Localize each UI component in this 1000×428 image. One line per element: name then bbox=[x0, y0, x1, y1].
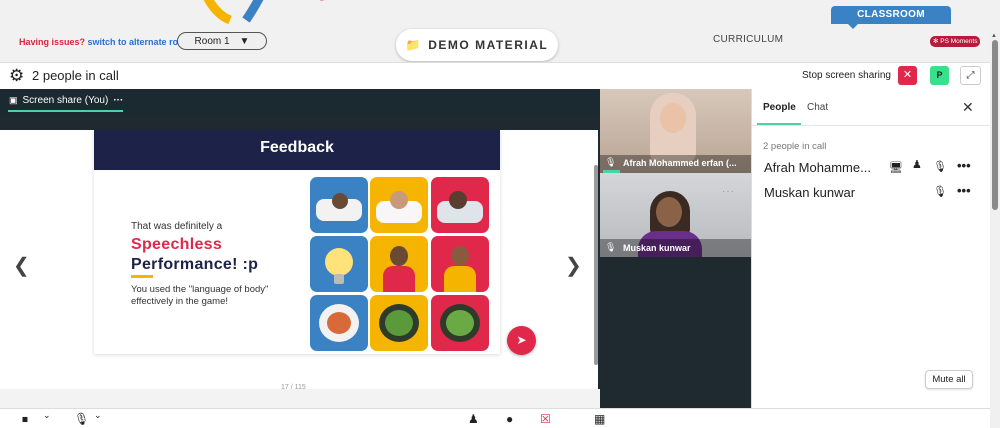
slide-page-indicator: 17 / 115 bbox=[281, 384, 306, 391]
gear-small-icon: ✻ bbox=[933, 38, 939, 45]
lightbulb-image bbox=[310, 236, 368, 292]
demo-material-button[interactable]: 📁 DEMO MATERIAL bbox=[396, 29, 558, 61]
microphone-icon[interactable]: 🎙 bbox=[74, 412, 89, 426]
settings-gear-icon[interactable]: ⚙ bbox=[9, 66, 24, 86]
curriculum-tab[interactable]: CURRICULUM bbox=[713, 34, 783, 45]
slide-highlight-text: Speechless bbox=[131, 236, 223, 253]
issues-label: Having issues? bbox=[19, 37, 86, 47]
alternate-room-link[interactable]: switch to alternate room bbox=[88, 37, 192, 47]
slide-headline-text: Performance! :p bbox=[131, 256, 259, 273]
sleeping-man-image bbox=[310, 177, 368, 233]
screen-share-tab[interactable]: ▣ Screen share (You) ··· bbox=[9, 95, 123, 106]
mute-all-button[interactable]: Mute all bbox=[925, 370, 973, 389]
ps-moments-badge[interactable]: ✻ PS Moments bbox=[930, 36, 981, 47]
microphone-icon: 🎙 bbox=[605, 242, 617, 252]
sleeping-man-image bbox=[431, 177, 489, 233]
page-scrollbar-thumb[interactable] bbox=[992, 40, 998, 210]
demo-material-label: DEMO MATERIAL bbox=[428, 38, 549, 52]
microphone-icon[interactable]: 🎙 bbox=[933, 185, 947, 198]
expand-icon[interactable]: ⤢ bbox=[960, 66, 981, 85]
stop-sharing-close-icon[interactable]: ✕ bbox=[898, 66, 917, 85]
screen-share-tab-label: Screen share (You) bbox=[22, 95, 109, 106]
people-icon[interactable]: ♟ bbox=[468, 412, 479, 426]
call-title: 2 people in call bbox=[32, 68, 119, 83]
brand-logo bbox=[203, 0, 325, 25]
food-plate-image bbox=[310, 295, 368, 351]
room-select-value: Room 1 bbox=[194, 35, 230, 47]
more-options-icon[interactable]: ••• bbox=[957, 158, 971, 173]
slide-intro-text: That was definitely a bbox=[131, 221, 223, 232]
empty-video-area bbox=[600, 257, 751, 408]
stop-screen-share-icon[interactable]: ☒ bbox=[540, 412, 551, 426]
microphone-icon: 🎙 bbox=[605, 157, 617, 167]
participant-video-name: Afrah Mohammed erfan (... bbox=[623, 158, 737, 168]
stop-screen-sharing-label: Stop screen sharing bbox=[802, 70, 891, 81]
people-panel bbox=[751, 89, 990, 408]
next-slide-chevron-icon[interactable]: ❯ bbox=[565, 253, 582, 278]
issues-notice: Having issues? switch to alternate room bbox=[19, 37, 192, 47]
scroll-up-arrow-icon[interactable]: ▲ bbox=[991, 33, 997, 39]
participant-name: Muskan kunwar bbox=[764, 185, 856, 200]
stage-scrollbar[interactable] bbox=[594, 165, 598, 365]
people-count-label: 2 people in call bbox=[763, 141, 827, 152]
microphone-icon[interactable]: 🎙 bbox=[933, 160, 947, 173]
chat-icon[interactable]: ● bbox=[506, 412, 513, 426]
tab-chat[interactable]: Chat bbox=[807, 102, 828, 113]
participant-more-icon[interactable]: ··· bbox=[722, 186, 735, 197]
grid-layout-icon[interactable]: ▦ bbox=[594, 412, 605, 426]
chevron-down-icon[interactable]: ⌄ bbox=[94, 410, 102, 421]
caret-down-icon: ▼ bbox=[239, 35, 250, 47]
sleeping-man-image bbox=[370, 177, 428, 233]
user-badge[interactable]: P bbox=[930, 66, 949, 85]
slide-body-text: You used the "language of body" effectiv… bbox=[131, 284, 269, 307]
classroom-tab[interactable]: CLASSROOM bbox=[831, 6, 951, 24]
tab-people[interactable]: People bbox=[763, 102, 796, 113]
share-icon[interactable]: ➤ bbox=[507, 326, 536, 355]
screen-share-more-icon[interactable]: ··· bbox=[113, 95, 123, 106]
slide-title: Feedback bbox=[94, 130, 500, 170]
room-select[interactable]: Room 1 ▼ bbox=[177, 32, 267, 50]
screen-share-tab-indicator bbox=[8, 110, 123, 112]
participant-name: Afrah Mohamme... bbox=[764, 160, 871, 175]
slide-accent-bar bbox=[131, 275, 153, 278]
screen-share-icon[interactable]: 🖥 bbox=[889, 161, 903, 174]
more-options-icon[interactable]: ••• bbox=[957, 183, 971, 198]
screen-share-icon: ▣ bbox=[9, 95, 18, 105]
previous-slide-chevron-icon[interactable]: ❮ bbox=[13, 253, 30, 278]
chevron-down-icon[interactable]: ⌄ bbox=[43, 410, 51, 421]
salad-bowl-image bbox=[370, 295, 428, 351]
close-icon[interactable]: ✕ bbox=[962, 99, 974, 116]
salad-bowl-image bbox=[431, 295, 489, 351]
classroom-tab-pointer bbox=[848, 24, 858, 29]
excited-woman-image bbox=[431, 236, 489, 292]
excited-woman-image bbox=[370, 236, 428, 292]
camera-icon[interactable]: ⏹ bbox=[22, 412, 28, 427]
tab-divider bbox=[752, 125, 990, 126]
folder-icon: 📁 bbox=[405, 38, 423, 52]
pin-user-icon[interactable]: ♟ bbox=[912, 158, 922, 171]
participant-video-name: Muskan kunwar bbox=[623, 243, 691, 253]
bottom-toolbar bbox=[0, 408, 990, 428]
ps-moments-label: PS Moments bbox=[940, 38, 978, 45]
